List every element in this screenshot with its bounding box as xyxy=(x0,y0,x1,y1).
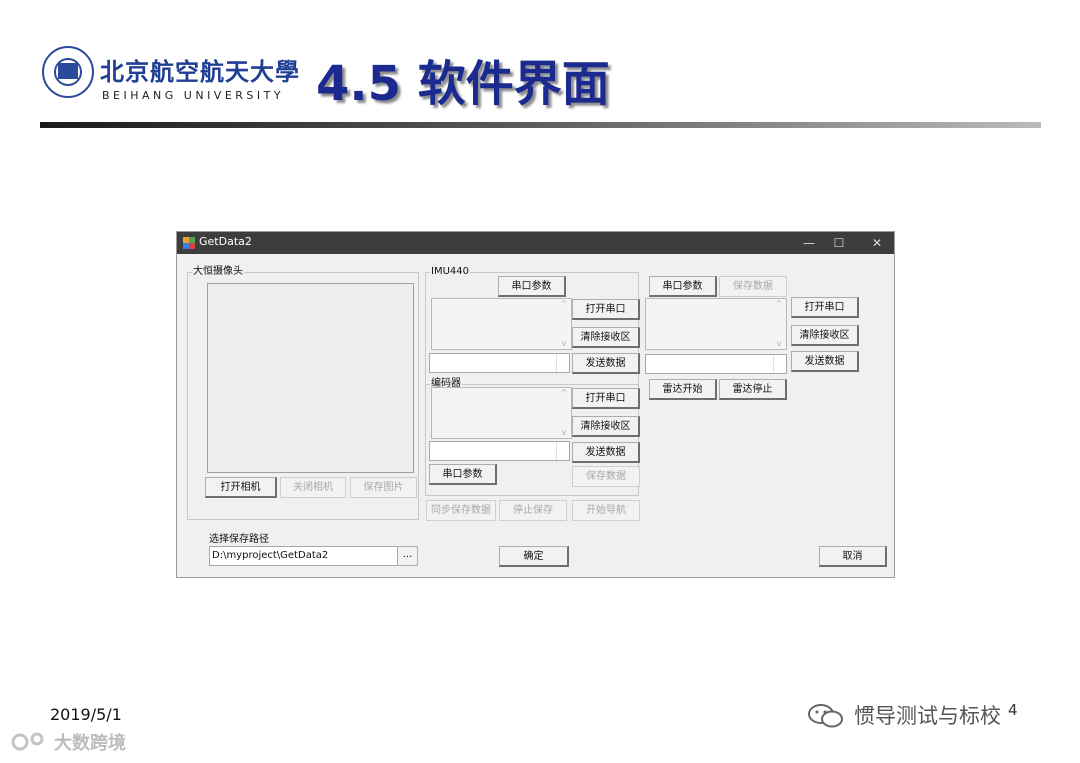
save-image-button[interactable]: 保存图片 xyxy=(350,477,417,498)
wechat-icon xyxy=(808,704,843,728)
encoder-receive-scrollbar[interactable]: ^ v xyxy=(557,388,571,438)
maximize-button[interactable]: ☐ xyxy=(830,234,848,252)
title-bar: GetData2 — ☐ ✕ xyxy=(177,232,894,254)
radar-clear-receive-button[interactable]: 清除接收区 xyxy=(791,325,859,346)
encoder-send-spin[interactable] xyxy=(556,442,569,460)
radar-send-data-button[interactable]: 发送数据 xyxy=(791,351,859,372)
encoder-send-data-button[interactable]: 发送数据 xyxy=(572,442,640,463)
radar-save-data-button[interactable]: 保存数据 xyxy=(719,276,787,297)
imu-receive-area[interactable]: ^ v xyxy=(431,298,572,350)
scroll-up-icon[interactable]: ^ xyxy=(557,299,571,309)
radar-stop-button[interactable]: 雷达停止 xyxy=(719,379,787,400)
encoder-receive-area[interactable]: ^ v xyxy=(431,387,572,439)
save-path-input[interactable]: D:\myproject\GetData2 xyxy=(209,546,399,566)
scroll-down-icon[interactable]: v xyxy=(772,339,786,349)
ok-button[interactable]: 确定 xyxy=(499,546,569,567)
getdata2-window: GetData2 — ☐ ✕ 大恒摄像头 打开相机 关闭相机 保存图片 选择保存… xyxy=(176,231,895,578)
encoder-send-input[interactable] xyxy=(429,441,570,461)
header-divider xyxy=(40,122,1041,128)
logo-emblem-icon xyxy=(58,63,78,79)
radar-start-button[interactable]: 雷达开始 xyxy=(649,379,717,400)
scroll-up-icon[interactable]: ^ xyxy=(772,299,786,309)
radar-send-spin[interactable] xyxy=(773,355,786,373)
imu-send-spin[interactable] xyxy=(556,354,569,372)
window-title: GetData2 xyxy=(199,235,252,248)
open-camera-button[interactable]: 打开相机 xyxy=(205,477,277,498)
imu-clear-receive-button[interactable]: 清除接收区 xyxy=(572,327,640,348)
scroll-down-icon[interactable]: v xyxy=(557,428,571,438)
scroll-down-icon[interactable]: v xyxy=(557,339,571,349)
app-icon xyxy=(183,237,195,249)
sync-save-data-button[interactable]: 同步保存数据 xyxy=(426,500,496,521)
slide-title: 4.5 软件界面 xyxy=(316,56,610,112)
university-name-cn: 北京航空航天大學 xyxy=(100,57,300,86)
imu-group-label: IMU440 xyxy=(430,266,470,278)
stop-save-button[interactable]: 停止保存 xyxy=(499,500,567,521)
imu-send-input[interactable] xyxy=(429,353,570,373)
encoder-open-port-button[interactable]: 打开串口 xyxy=(572,388,640,409)
close-button[interactable]: ✕ xyxy=(868,234,886,252)
watermark-text: 惯导测试与标校 xyxy=(854,704,1001,728)
encoder-save-data-button[interactable]: 保存数据 xyxy=(572,466,640,487)
cancel-button[interactable]: 取消 xyxy=(819,546,887,567)
radar-open-port-button[interactable]: 打开串口 xyxy=(791,297,859,318)
encoder-clear-receive-button[interactable]: 清除接收区 xyxy=(572,416,640,437)
imu-serial-params-button[interactable]: 串口参数 xyxy=(498,276,566,297)
radar-receive-scrollbar[interactable]: ^ v xyxy=(772,299,786,349)
slide-date: 2019/5/1 xyxy=(50,705,122,724)
signature-logo-icon xyxy=(11,732,44,751)
radar-send-input[interactable] xyxy=(645,354,787,374)
camera-group-label: 大恒摄像头 xyxy=(192,266,244,278)
encoder-serial-params-button[interactable]: 串口参数 xyxy=(429,464,497,485)
start-navigation-button[interactable]: 开始导航 xyxy=(572,500,640,521)
radar-receive-area[interactable]: ^ v xyxy=(645,298,787,350)
save-path-label: 选择保存路径 xyxy=(209,534,269,545)
minimize-button[interactable]: — xyxy=(800,234,818,252)
imu-open-port-button[interactable]: 打开串口 xyxy=(572,299,640,320)
scroll-up-icon[interactable]: ^ xyxy=(557,388,571,398)
imu-receive-scrollbar[interactable]: ^ v xyxy=(557,299,571,349)
signature-text: 大数跨境 xyxy=(54,733,126,754)
camera-preview xyxy=(207,283,414,473)
university-name-en: BEIHANG UNIVERSITY xyxy=(102,89,285,102)
imu-send-data-button[interactable]: 发送数据 xyxy=(572,353,640,374)
browse-button[interactable]: ... xyxy=(397,546,418,566)
page-number: 4 xyxy=(1008,701,1018,719)
close-camera-button[interactable]: 关闭相机 xyxy=(280,477,346,498)
radar-serial-params-button[interactable]: 串口参数 xyxy=(649,276,717,297)
